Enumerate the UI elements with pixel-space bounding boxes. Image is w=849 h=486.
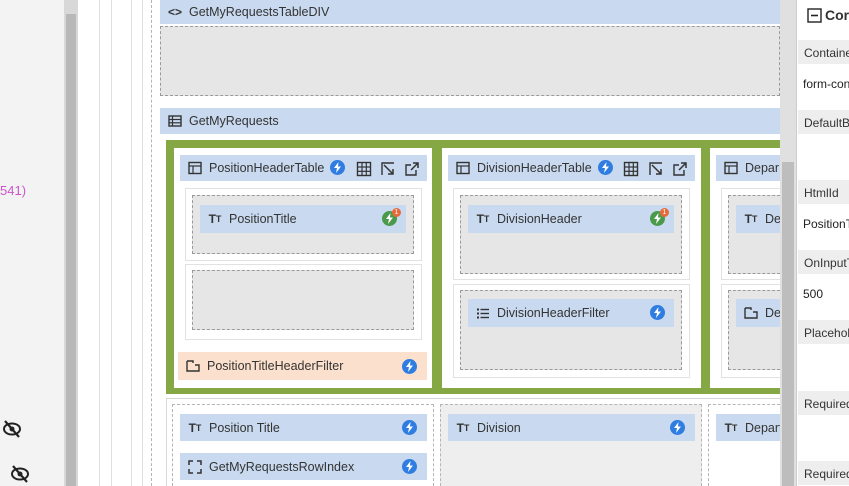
dropdown-icon bbox=[186, 360, 200, 372]
division-cell-label: Division bbox=[477, 420, 521, 435]
left-scrollbar-thumb[interactable] bbox=[66, 14, 76, 486]
position-title-cell[interactable]: TT Position Title bbox=[180, 414, 427, 441]
table-div-header[interactable]: <> GetMyRequestsTableDIV bbox=[160, 0, 780, 24]
position-title-header-filter-label: PositionTitleHeaderFilter bbox=[207, 359, 344, 373]
grid-icon[interactable] bbox=[623, 161, 639, 177]
department-cell-label: Depart bbox=[745, 420, 780, 435]
repeater-header[interactable]: GetMyRequests bbox=[160, 108, 780, 134]
position-header-table-label: PositionHeaderTable bbox=[209, 161, 325, 175]
empty-dropzone[interactable] bbox=[192, 270, 414, 330]
position-title-control[interactable]: TT PositionTitle bbox=[200, 205, 406, 233]
lightning-icon[interactable] bbox=[402, 459, 417, 474]
open-external-icon[interactable] bbox=[672, 161, 688, 177]
code-icon: <> bbox=[168, 5, 183, 19]
expand-icon bbox=[188, 459, 202, 474]
canvas-scrollbar-thumb[interactable] bbox=[782, 162, 794, 486]
prop-value[interactable]: form-con bbox=[803, 77, 849, 91]
lightning-icon[interactable] bbox=[402, 420, 417, 435]
properties-panel: Cor Containe form-con DefaultB HtmlId Po… bbox=[796, 0, 849, 486]
division-header-label: DivisionHeader bbox=[497, 212, 582, 226]
resize-icon[interactable] bbox=[648, 161, 664, 177]
department-filter-label: De bbox=[765, 306, 780, 320]
prop-label: Required bbox=[798, 461, 849, 485]
department-header-table-header[interactable]: Depar bbox=[716, 155, 780, 181]
text-icon: TT bbox=[456, 420, 470, 435]
properties-group-title: Cor bbox=[825, 7, 849, 23]
row-index-label: GetMyRequestsRowIndex bbox=[209, 459, 355, 474]
lightning-icon[interactable] bbox=[598, 160, 613, 175]
text-icon: TT bbox=[744, 212, 758, 226]
lightning-icon[interactable] bbox=[330, 160, 345, 175]
dropdown-icon bbox=[744, 307, 758, 319]
department-text-label: De bbox=[765, 212, 780, 226]
warning-badge: 1 bbox=[392, 208, 401, 217]
partial-number: 541) bbox=[0, 183, 27, 198]
position-title-cell-label: Position Title bbox=[209, 420, 280, 435]
table-div-dropzone[interactable] bbox=[160, 26, 780, 96]
department-header-table-label: Depar bbox=[745, 161, 780, 175]
properties-group-header[interactable]: Cor bbox=[807, 7, 849, 23]
table-list-icon bbox=[168, 115, 182, 127]
prop-label: HtmlId bbox=[798, 180, 849, 204]
eye-off-icon[interactable] bbox=[9, 463, 31, 485]
list-icon bbox=[477, 308, 489, 319]
row-index-cell[interactable]: GetMyRequestsRowIndex bbox=[180, 453, 427, 480]
resize-icon[interactable] bbox=[380, 161, 396, 177]
text-icon: TT bbox=[724, 420, 738, 435]
lightning-icon[interactable] bbox=[650, 305, 665, 320]
collapse-icon[interactable] bbox=[807, 7, 822, 23]
repeater-label: GetMyRequests bbox=[189, 114, 279, 128]
lightning-icon[interactable] bbox=[670, 420, 685, 435]
prop-label: DefaultB bbox=[798, 110, 849, 134]
division-header-control[interactable]: TT DivisionHeader bbox=[468, 205, 674, 233]
lightning-icon[interactable] bbox=[402, 359, 417, 374]
table-icon bbox=[724, 161, 738, 175]
division-header-table-label: DivisionHeaderTable bbox=[477, 161, 592, 175]
warning-badge: 1 bbox=[660, 208, 669, 217]
prop-label: Required bbox=[798, 391, 849, 415]
department-cell[interactable]: TT Depart bbox=[716, 414, 780, 441]
table-icon bbox=[188, 161, 202, 175]
table-div-label: GetMyRequestsTableDIV bbox=[189, 5, 330, 19]
grid-icon[interactable] bbox=[356, 161, 372, 177]
text-icon: TT bbox=[476, 212, 490, 226]
text-icon: TT bbox=[188, 420, 202, 435]
prop-label: Containe bbox=[798, 40, 849, 64]
department-text-control[interactable]: TT De bbox=[736, 205, 780, 233]
prop-label: Placehol bbox=[798, 320, 849, 344]
table-icon bbox=[456, 161, 470, 175]
eye-off-icon[interactable] bbox=[1, 418, 23, 440]
division-cell[interactable]: TT Division bbox=[448, 414, 695, 441]
prop-label: OnInputT bbox=[798, 250, 849, 274]
department-filter-control[interactable]: De bbox=[736, 299, 780, 327]
open-external-icon[interactable] bbox=[404, 161, 420, 177]
left-pane bbox=[0, 0, 64, 486]
division-header-filter-label: DivisionHeaderFilter bbox=[497, 306, 610, 320]
prop-value[interactable]: 500 bbox=[803, 287, 823, 301]
text-icon: TT bbox=[208, 212, 222, 226]
division-header-filter-control[interactable]: DivisionHeaderFilter bbox=[468, 299, 674, 327]
position-title-header-filter[interactable]: PositionTitleHeaderFilter bbox=[178, 352, 427, 380]
position-title-label: PositionTitle bbox=[229, 212, 297, 226]
prop-value[interactable]: PositionT bbox=[803, 217, 849, 231]
